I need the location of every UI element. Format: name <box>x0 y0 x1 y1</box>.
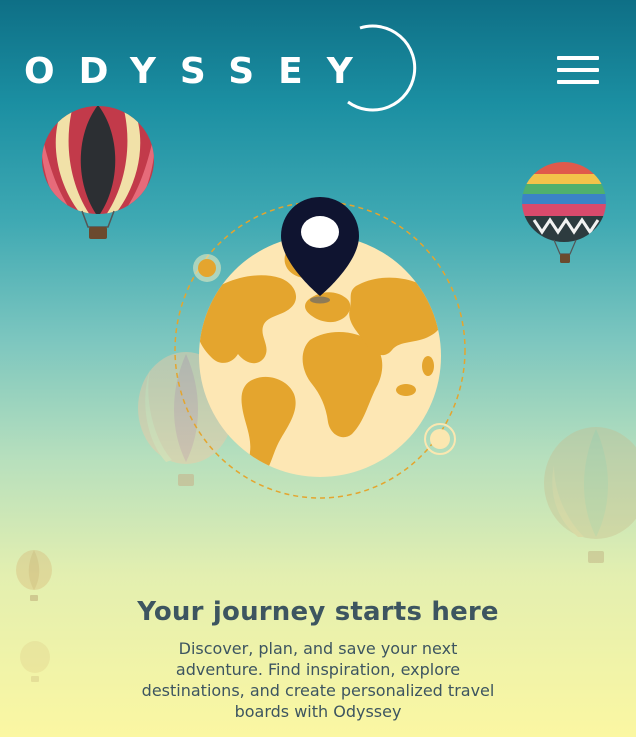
hot-air-balloon-faded-right <box>544 427 636 563</box>
headline: Your journey starts here <box>137 597 499 627</box>
onboarding-screen: ODYSSEY Your journey starts here Discove… <box>0 0 636 737</box>
globe-icon <box>174 197 466 499</box>
description: Discover, plan, and save your next adven… <box>141 639 495 721</box>
intro-content: Your journey starts here Discover, plan,… <box>0 590 636 722</box>
logo-text: ODYSSEY <box>24 50 377 92</box>
app-header: ODYSSEY <box>0 0 636 130</box>
hamburger-menu-icon[interactable] <box>552 50 604 90</box>
odyssey-logo[interactable]: ODYSSEY <box>24 46 377 96</box>
hot-air-balloon-top-right <box>522 162 606 263</box>
logo-arc-mark <box>347 24 417 112</box>
